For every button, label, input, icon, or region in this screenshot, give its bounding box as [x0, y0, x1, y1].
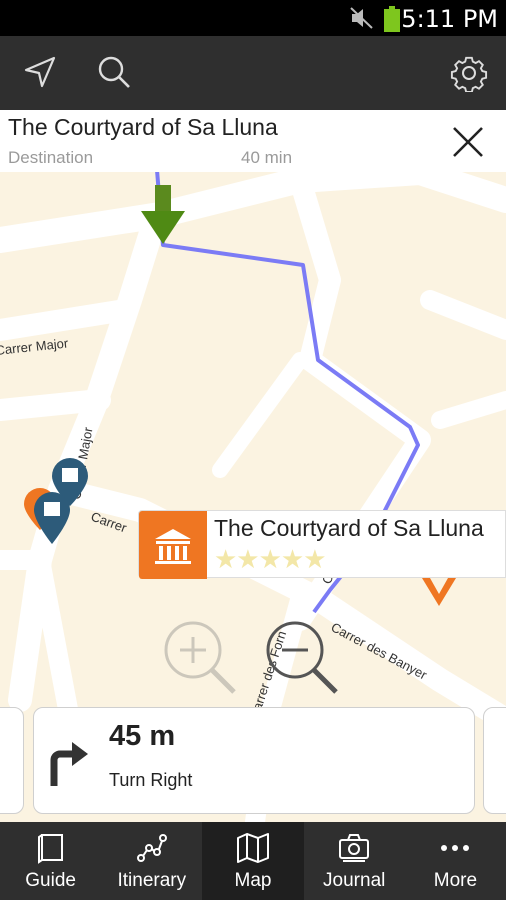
more-icon — [438, 832, 472, 869]
itinerary-icon — [135, 832, 169, 869]
previous-instruction-card[interactable] — [0, 707, 24, 814]
map-icon — [236, 832, 270, 869]
destination-duration: 40 min — [241, 148, 293, 167]
navigation-arrow-icon[interactable] — [22, 54, 62, 94]
nav-item-guide[interactable]: Guide — [0, 822, 101, 900]
destination-header: The Courtyard of Sa Lluna Destination 40… — [0, 110, 506, 172]
destination-title: The Courtyard of Sa Lluna — [8, 114, 278, 140]
gear-icon[interactable] — [450, 54, 490, 94]
turn-right-icon — [48, 740, 90, 791]
nav-label: Journal — [323, 870, 386, 891]
nav-item-more[interactable]: More — [405, 822, 506, 900]
destination-label: Destination — [8, 148, 94, 167]
instruction-action: Turn Right — [109, 770, 193, 790]
instruction-distance: 45 m — [109, 720, 176, 752]
close-icon[interactable] — [450, 124, 486, 165]
search-icon[interactable] — [96, 54, 136, 94]
poi-card[interactable]: The Courtyard of Sa Lluna ★★★★★ — [138, 510, 506, 579]
nav-label: Map — [234, 870, 272, 891]
battery-icon — [384, 6, 400, 37]
action-bar — [0, 36, 506, 110]
star-rating: ★★★★★ — [214, 544, 327, 574]
nav-item-map[interactable]: Map — [202, 822, 304, 900]
camera-icon — [337, 832, 371, 869]
nav-label: Itinerary — [117, 870, 187, 891]
zoom-in-icon[interactable] — [164, 621, 236, 694]
nav-label: Guide — [25, 870, 76, 891]
museum-icon — [139, 511, 207, 579]
nav-label: More — [433, 870, 478, 891]
status-bar: 5:11 PM — [0, 0, 506, 36]
map-marker-icon[interactable] — [422, 578, 456, 606]
status-time: 5:11 PM — [401, 5, 498, 33]
book-icon — [36, 832, 66, 869]
mute-icon — [350, 7, 374, 34]
nav-item-itinerary[interactable]: Itinerary — [101, 822, 202, 900]
bottom-nav: Guide Itinerary Map Journal More — [0, 822, 506, 900]
instruction-card[interactable]: 45 m Turn Right — [33, 707, 475, 814]
poi-name: The Courtyard of Sa Lluna — [214, 515, 484, 541]
next-instruction-card[interactable] — [483, 707, 506, 814]
nav-item-journal[interactable]: Journal — [304, 822, 405, 900]
